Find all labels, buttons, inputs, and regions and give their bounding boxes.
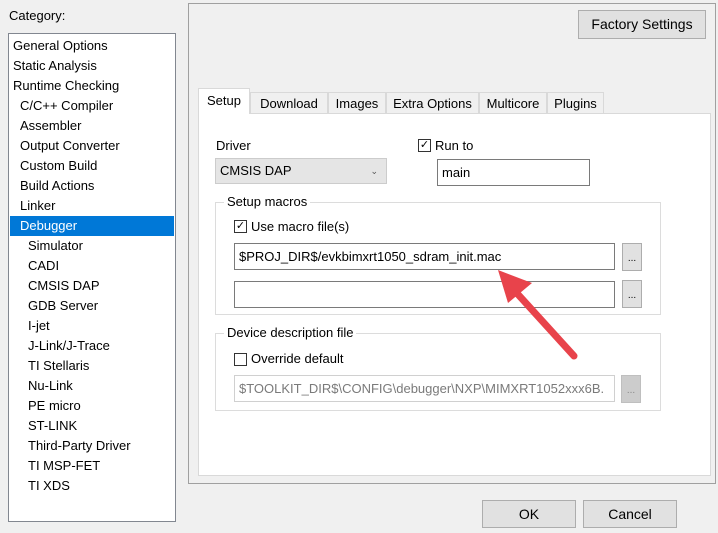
tab-images[interactable]: Images [328, 92, 386, 114]
use-macro-checkbox[interactable]: ✓ [234, 220, 247, 233]
category-item[interactable]: Assembler [10, 116, 174, 136]
override-default-label: Override default [251, 351, 344, 366]
ok-button[interactable]: OK [482, 500, 576, 528]
category-item[interactable]: Third-Party Driver [10, 436, 174, 456]
browse-macro-1-button[interactable]: ... [622, 243, 642, 271]
run-to-label: Run to [435, 138, 474, 153]
category-item[interactable]: Debugger [10, 216, 174, 236]
category-item[interactable]: Simulator [10, 236, 174, 256]
category-item[interactable]: Linker [10, 196, 174, 216]
category-item[interactable]: Build Actions [10, 176, 174, 196]
tab-setup[interactable]: Setup [198, 88, 250, 114]
category-label: Category: [9, 8, 66, 23]
driver-value: CMSIS DAP [220, 163, 292, 178]
category-item[interactable]: Custom Build [10, 156, 174, 176]
tab-multicore[interactable]: Multicore [479, 92, 547, 114]
category-item[interactable]: TI Stellaris [10, 356, 174, 376]
device-file-input: $TOOLKIT_DIR$\CONFIG\debugger\NXP\MIMXRT… [234, 375, 615, 402]
run-to-input[interactable]: main [437, 159, 590, 186]
setup-macros-title: Setup macros [224, 194, 311, 209]
browse-macro-2-button[interactable]: ... [622, 280, 642, 308]
tab-plugins[interactable]: Plugins [547, 92, 604, 114]
tab-download[interactable]: Download [250, 92, 328, 114]
factory-settings-button[interactable]: Factory Settings [578, 10, 706, 39]
category-item[interactable]: General Options [10, 36, 174, 56]
category-item[interactable]: Nu-Link [10, 376, 174, 396]
browse-device-button: ... [621, 375, 641, 403]
use-macro-label: Use macro file(s) [251, 219, 350, 234]
category-list[interactable]: General Options Static Analysis Runtime Ch… [8, 33, 176, 522]
category-item[interactable]: Runtime Checking [10, 76, 174, 96]
category-item[interactable]: TI MSP-FET [10, 456, 174, 476]
category-item[interactable]: CMSIS DAP [10, 276, 174, 296]
category-item[interactable]: GDB Server [10, 296, 174, 316]
chevron-down-icon: ⌄ [370, 166, 378, 176]
category-item[interactable]: I-jet [10, 316, 174, 336]
category-item[interactable]: Static Analysis [10, 56, 174, 76]
macro-file-input-2[interactable] [234, 281, 615, 308]
tab-extra-options[interactable]: Extra Options [386, 92, 479, 114]
category-item[interactable]: TI XDS [10, 476, 174, 496]
device-description-title: Device description file [224, 325, 357, 340]
run-to-checkbox[interactable]: ✓ [418, 139, 431, 152]
cancel-button[interactable]: Cancel [583, 500, 677, 528]
override-default-checkbox[interactable] [234, 353, 247, 366]
driver-label: Driver [216, 138, 251, 153]
category-item[interactable]: J-Link/J-Trace [10, 336, 174, 356]
driver-select[interactable]: CMSIS DAP ⌄ [215, 158, 387, 184]
macro-file-input-1[interactable]: $PROJ_DIR$/evkbimxrt1050_sdram_init.mac [234, 243, 615, 270]
category-item[interactable]: CADI [10, 256, 174, 276]
category-item[interactable]: Output Converter [10, 136, 174, 156]
category-item[interactable]: C/C++ Compiler [10, 96, 174, 116]
category-item[interactable]: PE micro [10, 396, 174, 416]
category-item[interactable]: ST-LINK [10, 416, 174, 436]
